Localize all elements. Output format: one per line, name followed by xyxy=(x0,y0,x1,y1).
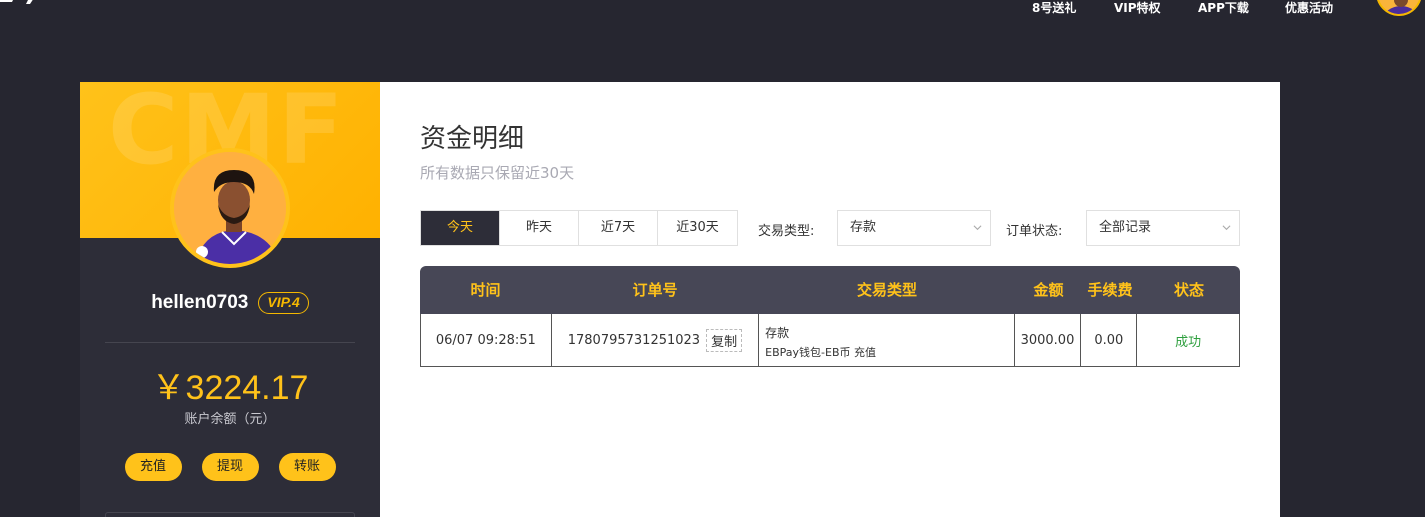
transaction-type-label: 交易类型: xyxy=(758,224,815,239)
cell-status: 成功 xyxy=(1175,334,1202,350)
tab-30-days[interactable]: 近30天 xyxy=(658,211,737,245)
nav-item-gift[interactable]: 8号送礼 xyxy=(1032,0,1076,16)
nav-item-promotions[interactable]: 优惠活动 xyxy=(1285,0,1333,16)
cell-amount: 3000.00 xyxy=(1015,314,1082,366)
balance-amount: ￥3224.17 xyxy=(151,369,309,407)
player-avatar-image xyxy=(174,152,286,264)
tab-7-days[interactable]: 近7天 xyxy=(579,211,658,245)
user-avatar[interactable] xyxy=(1376,0,1422,16)
copy-button[interactable]: 复制 xyxy=(706,328,743,352)
transaction-type-select[interactable]: 存款 xyxy=(837,210,991,246)
vip-badge: VIP.4 xyxy=(258,292,309,314)
header-order-no: 订单号 xyxy=(632,281,678,299)
transaction-type-value: 存款 xyxy=(850,220,877,235)
date-range-tabs: 今天 昨天 近7天 近30天 xyxy=(420,210,738,246)
cell-order-no: 1780795731251023 复制 xyxy=(552,314,760,366)
header-amount: 金额 xyxy=(1033,281,1064,299)
nav-item-app[interactable]: APP下载 xyxy=(1198,0,1249,16)
logo-icon[interactable] xyxy=(0,0,40,6)
funds-detail-panel: 资金明细 所有数据只保留近30天 今天 昨天 近7天 近30天 交易类型: 存款… xyxy=(380,82,1280,517)
wallet-actions: 充值 提现 转账 xyxy=(80,453,380,481)
cell-type: 存款 EBPay钱包-EB币 充值 xyxy=(759,314,1015,366)
tab-yesterday[interactable]: 昨天 xyxy=(500,211,579,245)
page-subtitle: 所有数据只保留近30天 xyxy=(420,164,575,182)
sidebar-menu-box[interactable] xyxy=(105,512,355,517)
type-main: 存款 xyxy=(765,326,790,340)
order-status-label: 订单状态: xyxy=(1006,224,1063,239)
table-header: 时间 订单号 交易类型 金额 手续费 状态 xyxy=(420,266,1240,314)
order-number: 1780795731251023 xyxy=(567,332,701,348)
chevron-down-icon xyxy=(1222,225,1231,231)
username-row: hellen0703 VIP.4 xyxy=(80,292,380,314)
top-nav: 8号送礼 VIP特权 APP下载 优惠活动 xyxy=(0,0,1425,16)
order-status-value: 全部记录 xyxy=(1099,220,1152,235)
divider xyxy=(105,342,355,343)
cell-time: 06/07 09:28:51 xyxy=(421,314,552,366)
chevron-down-icon xyxy=(973,225,982,231)
header-status: 状态 xyxy=(1173,281,1204,299)
transactions-table: 时间 订单号 交易类型 金额 手续费 状态 06/07 09:28:51 178… xyxy=(420,266,1240,367)
profile-avatar xyxy=(170,148,290,268)
balance-label: 账户余额（元） xyxy=(184,412,276,427)
withdraw-button[interactable]: 提现 xyxy=(201,453,259,481)
transfer-button[interactable]: 转账 xyxy=(278,453,336,481)
header-fee: 手续费 xyxy=(1087,281,1133,299)
header-time: 时间 xyxy=(470,281,501,299)
type-sub: EBPay钱包-EB币 充值 xyxy=(765,346,877,359)
cell-fee: 0.00 xyxy=(1081,314,1138,366)
order-status-select[interactable]: 全部记录 xyxy=(1086,210,1240,246)
username: hellen0703 xyxy=(151,292,249,313)
profile-panel: CMF hellen0703 VIP.4 ￥3224.17 账户余额（元） 充值… xyxy=(80,82,380,517)
header-type: 交易类型 xyxy=(856,281,917,299)
table-row: 06/07 09:28:51 1780795731251023 复制 存款 EB… xyxy=(420,314,1240,367)
nav-item-vip[interactable]: VIP特权 xyxy=(1114,0,1161,16)
tab-today[interactable]: 今天 xyxy=(421,211,500,245)
deposit-button[interactable]: 充值 xyxy=(124,453,182,481)
page-title: 资金明细 xyxy=(420,124,525,154)
